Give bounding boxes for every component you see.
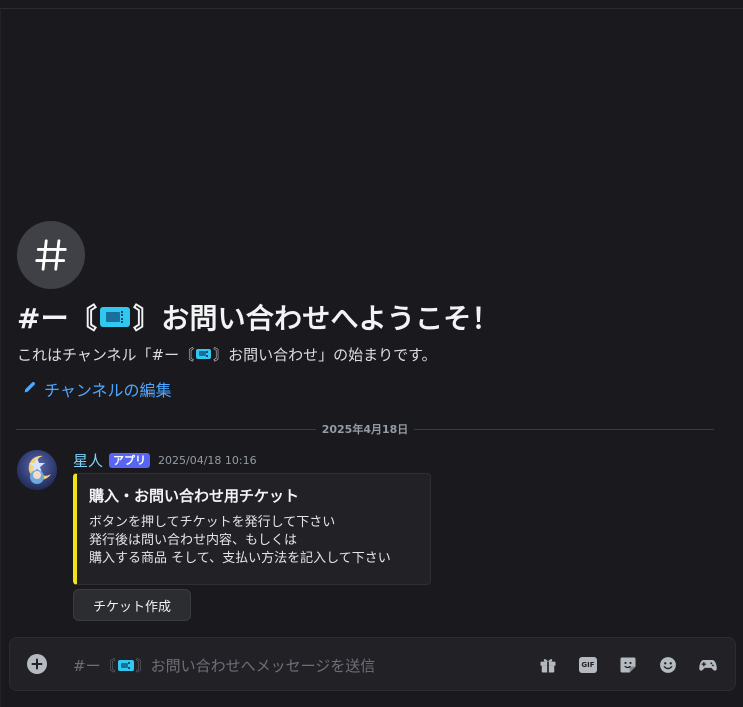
sticker-button[interactable] (617, 654, 639, 676)
pencil-icon (22, 379, 38, 399)
message-header: 星人 アプリ 2025/04/18 10:16 (73, 450, 257, 470)
gift-icon (540, 659, 556, 673)
date-divider: 2025年4月18日 (16, 421, 715, 437)
embed-line: ボタンを押してチケットを発行して下さい (89, 515, 336, 530)
ticket-emoji-icon (117, 660, 134, 671)
message-timestamp: 2025/04/18 10:16 (158, 453, 257, 467)
ticket-emoji-icon (196, 348, 212, 359)
edit-channel-label: チャンネルの編集 (44, 381, 172, 400)
message-composer: #ー〘 〙お問い合わせへメッセージを送信 GIF (9, 637, 736, 691)
embed-line: 発行後は問い合わせ内容、もしくは (89, 533, 298, 548)
welcome-title-suffix: 〙お問い合わせへようこそ！ (133, 302, 500, 335)
chat-window: #ー〘 〙お問い合わせへようこそ！ これはチャンネル「#ー〘 〙お問い合わせ」の始ま… (0, 0, 743, 707)
create-ticket-button[interactable]: チケット作成 (73, 589, 191, 621)
edit-channel-link[interactable]: チャンネルの編集 (22, 377, 172, 401)
top-divider (0, 8, 743, 9)
divider-date: 2025年4月18日 (321, 423, 409, 436)
divider-line-left (16, 428, 316, 430)
apps-button[interactable] (697, 654, 719, 676)
gif-icon: GIF (579, 657, 597, 673)
placeholder-suffix: 〙お問い合わせへメッセージを送信 (135, 657, 376, 675)
left-divider (0, 8, 1, 707)
username[interactable]: 星人 (73, 450, 103, 471)
intro-suffix: 〙お問い合わせ」の始まりです。 (213, 346, 437, 364)
embed-title: 購入・お問い合わせ用チケット (89, 487, 300, 505)
message-embed: 購入・お問い合わせ用チケット ボタンを押してチケットを発行して下さい 発行後は問… (73, 473, 431, 585)
embed-description: ボタンを押してチケットを発行して下さい 発行後は問い合わせ内容、もしくは 購入す… (89, 514, 391, 568)
app-badge: アプリ (109, 452, 151, 468)
divider-line-right (414, 428, 715, 430)
emoji-button[interactable] (657, 654, 679, 676)
channel-welcome-title: #ー〘 〙お問い合わせへようこそ！ (17, 297, 737, 337)
ticket-emoji-icon (100, 307, 131, 327)
channel-hash-icon (17, 221, 85, 289)
intro-prefix: これはチャンネル「#ー〘 (17, 346, 195, 364)
welcome-title-prefix: #ー〘 (17, 302, 98, 335)
gif-button[interactable]: GIF (577, 654, 599, 676)
emoji-icon (660, 657, 676, 673)
embed-line: 購入する商品 そして、支払い方法を記入して下さい (89, 551, 391, 566)
gift-button[interactable] (537, 654, 559, 676)
channel-intro-text: これはチャンネル「#ー〘 〙お問い合わせ」の始まりです。 (17, 344, 437, 365)
gamepad-icon (699, 660, 717, 671)
avatar[interactable] (17, 450, 57, 490)
plus-icon (31, 658, 43, 670)
add-attachment-button[interactable] (27, 654, 47, 674)
placeholder-prefix: #ー〘 (73, 657, 116, 675)
sticker-icon (620, 657, 636, 673)
message-input[interactable]: #ー〘 〙お問い合わせへメッセージを送信 (73, 655, 375, 676)
